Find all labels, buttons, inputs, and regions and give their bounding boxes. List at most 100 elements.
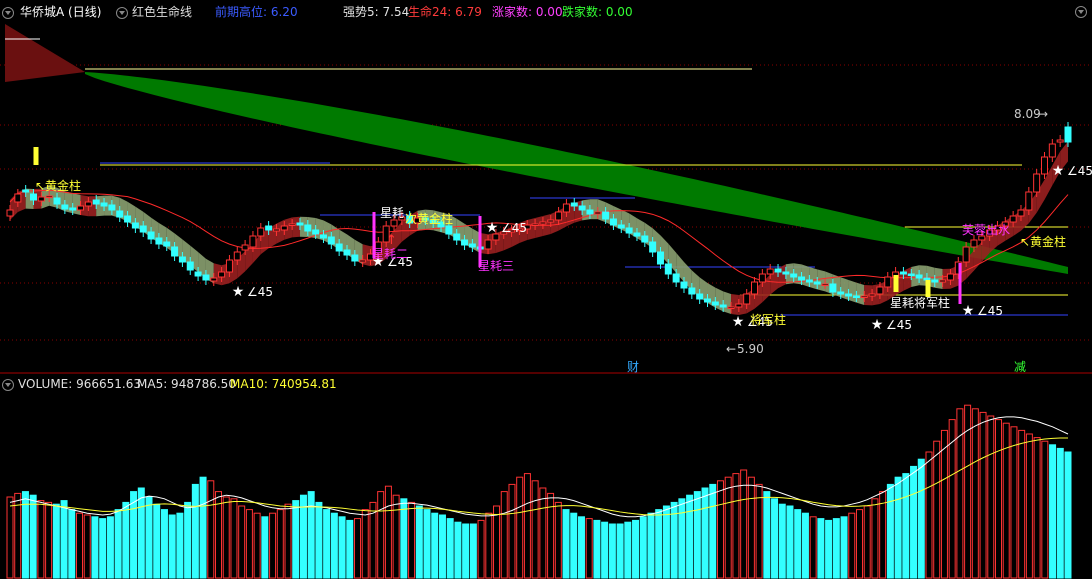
- lotus-out-of-water-label: 芙蓉出水: [962, 223, 1010, 237]
- volume-bar-115: [894, 476, 902, 579]
- volume-chart: [6, 404, 1072, 579]
- star-angle-label-0: ∠45: [247, 285, 273, 299]
- volume-bar-131: [1018, 429, 1026, 579]
- ribbon-seg-115: [903, 267, 912, 291]
- candle-body-123: [970, 239, 978, 248]
- candle-body-69: [547, 219, 555, 223]
- volume-bar-63: [493, 505, 501, 579]
- candle-body-12: [100, 202, 108, 207]
- volume-bar-45: [354, 518, 362, 579]
- volume-bar-79: [616, 523, 624, 579]
- star-angle-label-6: ∠45: [1067, 164, 1092, 178]
- volume-bar-52: [408, 501, 416, 579]
- candle-body-76: [602, 211, 610, 220]
- star-icon-6: ★: [1052, 163, 1065, 179]
- candle-body-100: [790, 273, 798, 278]
- low-price-label: 5.90: [737, 342, 764, 356]
- volume-bar-100: [778, 503, 786, 579]
- volume-bar-12: [99, 518, 107, 579]
- volume-bar-10: [83, 514, 91, 579]
- header-value-3: 涨家数: 0.00: [492, 5, 563, 19]
- volume-bar-96: [747, 476, 755, 579]
- candle-body-74: [586, 209, 594, 215]
- volume-bar-134: [1041, 440, 1049, 579]
- candle-body-86: [680, 281, 688, 289]
- candle-body-10: [84, 201, 92, 207]
- volume-bar-60: [469, 523, 477, 579]
- volume-bar-107: [832, 518, 840, 579]
- volume-bar-87: [678, 498, 686, 579]
- candle-body-37: [296, 222, 304, 226]
- ribbon-seg-91: [715, 287, 724, 312]
- volume-bar-65: [508, 483, 516, 579]
- general-pillar-label: 将军柱: [750, 312, 786, 327]
- ribbon-seg-119: [934, 267, 943, 289]
- indicator-menu-icon[interactable]: [116, 7, 128, 19]
- volume-bar-1: [14, 492, 22, 579]
- candle-body-19: [155, 237, 163, 245]
- candle-body-83: [656, 251, 664, 265]
- volume-bar-127: [987, 415, 995, 579]
- candle-body-18: [147, 231, 155, 240]
- volume-bar-118: [917, 458, 925, 579]
- star-angle-label-4: ∠45: [886, 318, 912, 332]
- candle-body-39: [312, 229, 320, 235]
- volume-bar-43: [338, 516, 346, 579]
- sub-gold-pillar-label: 次黄金柱: [405, 211, 453, 226]
- candle-body-80: [633, 232, 641, 237]
- candle-body-98: [774, 268, 782, 273]
- ribbon-seg-68: [535, 216, 543, 238]
- candle-body-57: [453, 233, 461, 241]
- candle-body-95: [751, 281, 759, 295]
- candle-body-75: [594, 211, 602, 215]
- ribbon-seg-104: [817, 269, 826, 292]
- volume-bar-126: [979, 411, 987, 579]
- candle-body-56: [445, 225, 453, 235]
- candle-body-22: [178, 256, 186, 263]
- volume-bar-28: [222, 496, 230, 579]
- collapse-icon[interactable]: [2, 7, 14, 19]
- volume-bar-51: [400, 498, 408, 579]
- close-panel-icon[interactable]: [1075, 6, 1087, 18]
- volume-bar-26: [207, 480, 215, 579]
- volume-bar-39: [307, 491, 315, 579]
- volume-bar-129: [1002, 422, 1010, 579]
- candle-body-106: [837, 291, 845, 295]
- volume-bar-69: [539, 487, 547, 579]
- candle-body-93: [735, 303, 743, 308]
- candle-body-59: [468, 243, 476, 248]
- volume-bar-70: [547, 492, 555, 579]
- volume-bar-82: [639, 516, 647, 579]
- star-exhaust-general-label: 星耗将军柱: [890, 295, 950, 310]
- volume-bar-37: [292, 500, 300, 579]
- volume-bar-6: [52, 503, 60, 579]
- candle-body-73: [578, 205, 586, 211]
- finance-marker: 财: [627, 360, 639, 374]
- candle-body-115: [907, 273, 915, 276]
- volume-bar-112: [871, 498, 879, 579]
- volume-bar-48: [377, 491, 385, 579]
- candle-body-31: [249, 235, 257, 248]
- low-arrow-icon: ←: [726, 342, 736, 356]
- candle-body-135: [1064, 126, 1072, 143]
- volume-value-0: VOLUME: 966651.63: [18, 377, 141, 391]
- volume-bar-97: [755, 483, 763, 579]
- volume-bar-19: [153, 503, 161, 579]
- volume-bar-68: [531, 480, 539, 579]
- candle-body-132: [1040, 156, 1048, 175]
- volume-bar-3: [29, 494, 37, 579]
- volume-bar-54: [423, 509, 431, 579]
- candle-body-72: [570, 202, 578, 207]
- volume-bar-53: [415, 505, 423, 579]
- volume-bar-111: [863, 505, 871, 579]
- volume-bar-67: [523, 473, 531, 579]
- stock-title: 华侨城A (日线): [20, 5, 102, 19]
- reduce-marker: 减: [1014, 360, 1026, 374]
- candle-body-89: [703, 298, 711, 303]
- candle-body-20: [163, 241, 171, 247]
- candle-body-25: [202, 274, 210, 281]
- volume-bar-81: [632, 519, 640, 579]
- volume-bar-24: [191, 483, 199, 579]
- candle-body-90: [711, 301, 719, 306]
- volume-bar-61: [477, 519, 485, 579]
